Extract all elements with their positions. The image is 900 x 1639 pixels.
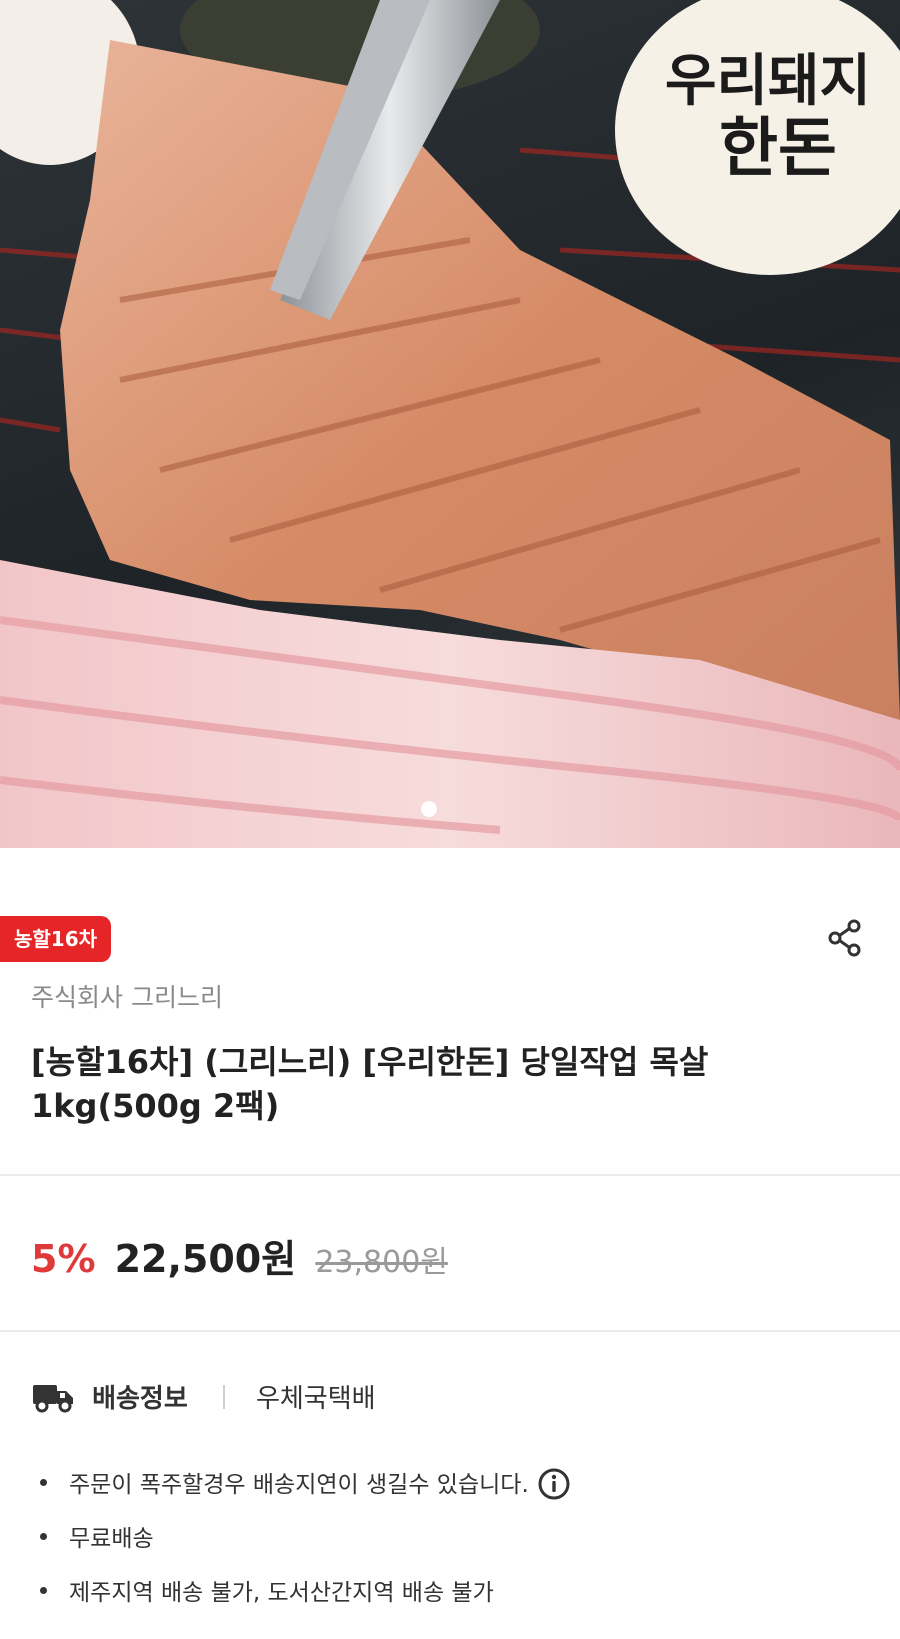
product-photo: 우리돼지 한돈 (0, 0, 900, 848)
bullet (40, 1479, 47, 1486)
list-item: 무료배송 (31, 1512, 571, 1566)
sale-price: 22,500원 (114, 1237, 297, 1281)
seller-name[interactable]: 주식회사 그리느리 (31, 978, 223, 1014)
product-image-carousel[interactable]: 우리돼지 한돈 (0, 0, 900, 848)
list-item: 제주지역 배송 불가, 도서산간지역 배송 불가 (31, 1566, 571, 1620)
list-item: 주문이 폭주할경우 배송지연이 생길수 있습니다. (31, 1458, 571, 1512)
separator (222, 1384, 225, 1409)
shipping-note-text: 무료배송 (69, 1526, 154, 1552)
info-icon[interactable] (537, 1467, 571, 1501)
price-row: 5% 22,500원 23,800원 (31, 1228, 448, 1281)
divider (0, 1330, 900, 1332)
shipping-method: 우체국택배 (255, 1384, 376, 1414)
logo-text-line2: 한돈 (719, 111, 837, 186)
shipping-note-text: 주문이 폭주할경우 배송지연이 생길수 있습니다. (69, 1472, 529, 1498)
original-price: 23,800원 (315, 1245, 448, 1280)
share-icon[interactable] (826, 918, 864, 958)
divider (0, 1174, 900, 1176)
shipping-label: 배송정보 (92, 1384, 188, 1414)
shipping-note-text: 제주지역 배송 불가, 도서산간지역 배송 불가 (69, 1580, 494, 1606)
truck-icon (31, 1381, 75, 1413)
carousel-indicator-dot[interactable] (421, 801, 437, 817)
product-title: [농할16차] (그리느리) [우리한돈] 당일작업 목살 1kg(500g 2… (31, 1043, 709, 1125)
bullet (40, 1587, 47, 1594)
shipping-notes: 주문이 폭주할경우 배송지연이 생길수 있습니다. 무료배송 제주지역 배송 불… (31, 1458, 571, 1620)
promo-badge: 농할16차 (0, 916, 112, 962)
discount-rate: 5% (31, 1237, 96, 1281)
bullet (40, 1533, 47, 1540)
logo-text-line1: 우리돼지 (665, 48, 871, 114)
shipping-header: 배송정보 우체국택배 (31, 1378, 376, 1424)
